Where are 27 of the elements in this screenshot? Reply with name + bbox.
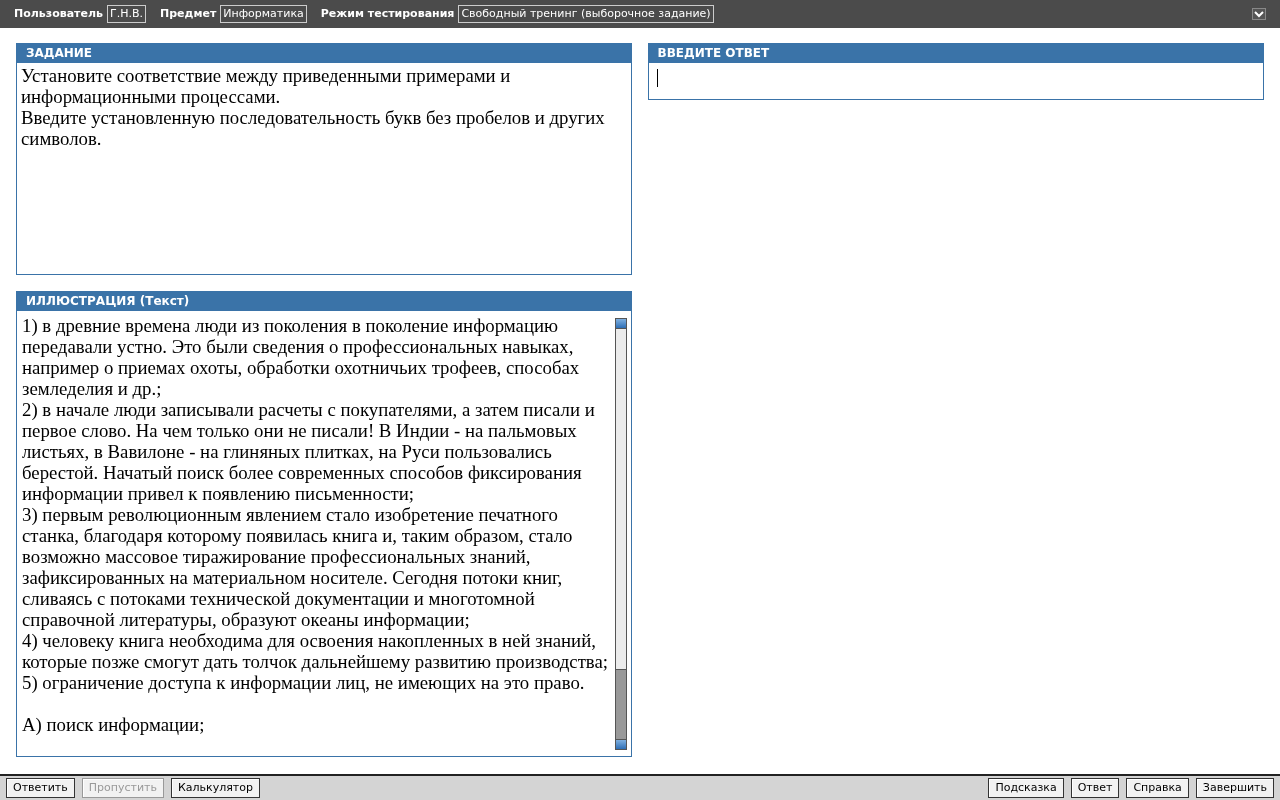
scrollbar[interactable] (614, 318, 627, 750)
task-text: Введите установленную последовательность букв без пробелов и других символов. (21, 107, 606, 149)
illustration-text: 4) человеку книга необходима для освоения накопленных в ней знаний, которые позже смогут дать толчок дальнейшему развитию производства; (22, 630, 609, 672)
field-value: Г.Н.В. (106, 5, 146, 23)
panel-title: ИЛЛЮСТРАЦИЯ (Текст) (17, 292, 631, 311)
illustration-text: 1) в древние времена люди из поколения в поколение информацию передавали устно. Это были сведения о профессиональных навыках, например о приемах охоты, обработки охотничьих трофеев, способах земледелия и др.; (22, 315, 581, 399)
illustration-text: 5) ограничение доступа к информации лиц, не имеющих на это право. (22, 672, 586, 693)
text-cursor (656, 69, 658, 87)
panel-title: ВВЕДИТЕ ОТВЕТ (648, 44, 1263, 63)
field-label: Пользователь (14, 5, 103, 22)
footer-button[interactable]: Справка (1126, 778, 1189, 798)
illustration-text: 2) в начале люди записывали расчеты с покупателями, а затем писали и первое слово. На чем только они не писали! В Индии - на пальмовых листьях, в Вавилоне - на глиняных плитках, на Руси пользовались берестой. Начатый поиск более современных способов фиксирования информации привел к появлению письменности; (22, 399, 596, 504)
field-value: Свободный тренинг (выборочное задание) (458, 5, 714, 23)
field-label: Режим тестирования (320, 5, 455, 22)
task-text: Установите соответствие между приведенными примерами и информационными процессами. (21, 65, 512, 107)
footer-button[interactable]: Завершить (1195, 778, 1274, 798)
collapse-button[interactable] (1252, 8, 1266, 20)
field-label: Предмет (160, 5, 217, 22)
option-text: А) поиск информации; (22, 714, 206, 735)
chevron-down-icon (1254, 10, 1264, 18)
footer-button[interactable]: Ответ (1070, 778, 1120, 798)
field-value: Информатика (220, 5, 307, 23)
panel-title: ЗАДАНИЕ (17, 44, 631, 63)
footer-button[interactable]: Калькулятор (170, 778, 260, 798)
illustration-text: 3) первым революционным явлением стало изобретение печатного станка, благодаря которому появилась книга и, таким образом, стало возможно массовое тиражирование профессиональных знаний, зафиксированных на материальном носителе. Сегодня потоки книг, сливаясь с потоками технической документации и многотомной справочной литературы, образуют океаны информации; (22, 504, 574, 630)
footer-button[interactable]: Подсказка (988, 778, 1064, 798)
footer-button[interactable]: Ответить (6, 778, 75, 798)
